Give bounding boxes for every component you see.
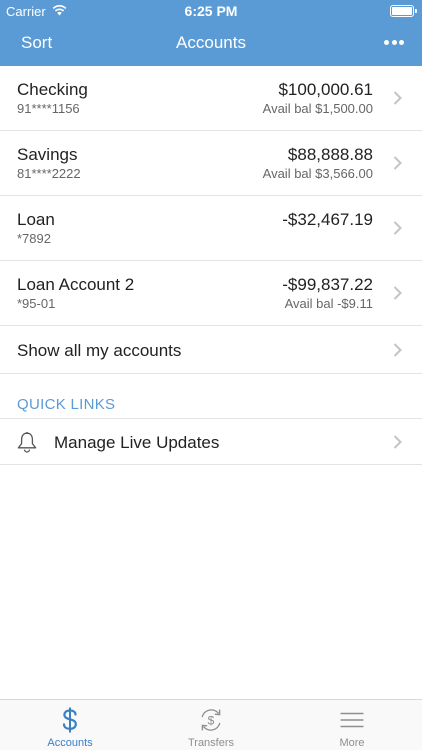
quick-link-label: Manage Live Updates xyxy=(54,433,220,452)
chevron-right-icon xyxy=(393,343,402,357)
account-name: Checking xyxy=(17,80,88,99)
account-balance: -$99,837.22 xyxy=(282,275,373,294)
battery-icon xyxy=(390,5,417,17)
quick-link-manage-live-updates[interactable]: Manage Live Updates xyxy=(0,419,422,465)
tab-bar: Accounts $ Transfers More xyxy=(0,699,422,750)
status-time: 6:25 PM xyxy=(184,3,238,19)
status-bar: Carrier 6:25 PM xyxy=(0,0,422,22)
chevron-right-icon xyxy=(393,91,402,105)
tab-accounts[interactable]: Accounts xyxy=(0,700,140,750)
account-name: Loan Account 2 xyxy=(17,275,135,294)
account-number: *7892 xyxy=(17,231,51,246)
chevron-right-icon xyxy=(393,221,402,235)
account-number: 91****1156 xyxy=(17,101,80,116)
bell-icon xyxy=(17,432,37,453)
tab-transfers[interactable]: $ Transfers xyxy=(141,700,281,750)
nav-bar: Sort Accounts xyxy=(0,22,422,66)
account-available-balance: Avail bal $1,500.00 xyxy=(262,101,373,116)
dollar-icon xyxy=(62,707,77,733)
tab-label: Transfers xyxy=(187,737,235,749)
header: Carrier 6:25 PM Sort Accounts xyxy=(0,0,422,66)
account-number: 81****2222 xyxy=(17,166,81,181)
chevron-right-icon xyxy=(393,435,402,449)
account-row-checking[interactable]: Checking 91****1156 $100,000.61 Avail ba… xyxy=(0,66,422,131)
menu-icon xyxy=(340,712,364,728)
chevron-right-icon xyxy=(393,156,402,170)
account-name: Savings xyxy=(17,145,78,164)
chevron-right-icon xyxy=(393,286,402,300)
account-number: *95-01 xyxy=(17,296,56,311)
accounts-list: Checking 91****1156 $100,000.61 Avail ba… xyxy=(0,66,422,465)
ellipsis-icon[interactable] xyxy=(384,40,404,46)
tab-more[interactable]: More xyxy=(282,700,422,750)
page-title: Accounts xyxy=(176,33,246,52)
svg-text:$: $ xyxy=(208,713,215,727)
show-all-label: Show all my accounts xyxy=(17,341,182,360)
account-name: Loan xyxy=(17,210,55,229)
account-balance: -$32,467.19 xyxy=(282,210,373,229)
account-available-balance: Avail bal $3,566.00 xyxy=(262,166,373,181)
account-row-loan-account-2[interactable]: Loan Account 2 *95-01 -$99,837.22 Avail … xyxy=(0,261,422,326)
transfer-icon: $ xyxy=(201,709,221,731)
tab-label: Accounts xyxy=(47,737,93,749)
account-balance: $100,000.61 xyxy=(278,80,373,99)
account-row-savings[interactable]: Savings 81****2222 $88,888.88 Avail bal … xyxy=(0,131,422,196)
show-all-accounts-button[interactable]: Show all my accounts xyxy=(0,326,422,374)
account-row-loan[interactable]: Loan *7892 -$32,467.19 xyxy=(0,196,422,261)
quick-links-title: QUICK LINKS xyxy=(17,396,116,413)
quick-links-header: QUICK LINKS xyxy=(0,374,422,419)
account-available-balance: Avail bal -$9.11 xyxy=(284,296,373,311)
account-balance: $88,888.88 xyxy=(287,145,373,164)
tab-label: More xyxy=(339,737,365,749)
